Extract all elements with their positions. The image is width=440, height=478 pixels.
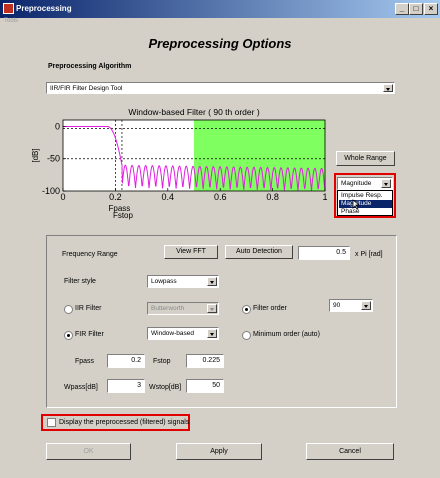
chevron-down-icon (207, 277, 217, 286)
display-mode-select[interactable]: Magnitude (337, 177, 393, 190)
chevron-down-icon (381, 179, 391, 188)
fir-filter-label: FIR Filter (75, 331, 104, 338)
title-bar: Preprocessing _ □ × (0, 0, 440, 18)
y-axis-label: [dB] (31, 148, 40, 162)
frequency-range-input[interactable]: 0.5 (298, 246, 350, 260)
algorithm-section-label: Preprocessing Algorithm (48, 63, 132, 70)
frequency-range-label: Frequency Range (62, 251, 118, 258)
fstop-label: Fstop (153, 358, 171, 365)
chevron-down-icon (361, 301, 371, 310)
menu-tools[interactable]: Tools (4, 18, 18, 24)
x-tick-label: 0.6 (214, 192, 227, 202)
fpass-label: Fpass (75, 358, 95, 365)
display-signals-label: Display the preprocessed (filtered) sign… (59, 419, 190, 426)
whole-range-button[interactable]: Whole Range (336, 151, 395, 166)
wstop-label: Wstop[dB] (149, 384, 182, 391)
window-title: Preprocessing (16, 4, 72, 13)
filter-style-value: Lowpass (151, 278, 177, 285)
x-tick-label: 0.2 (109, 192, 122, 202)
ok-button[interactable]: OK (46, 443, 131, 460)
chevron-down-icon (207, 304, 217, 313)
x-tick-label: 1 (322, 192, 327, 202)
algorithm-select-value: IIR/FIR Filter Design Tool (50, 85, 123, 92)
wstop-input[interactable]: 50 (186, 379, 224, 393)
x-tick-label: 0.8 (266, 192, 279, 202)
fir-type-select[interactable]: Window-based (147, 327, 219, 340)
matlab-app-icon (3, 3, 14, 14)
chevron-down-icon (207, 329, 217, 338)
x-tick-label: 0.4 (162, 192, 175, 202)
filter-style-select[interactable]: Lowpass (147, 275, 219, 288)
option-impulse-resp[interactable]: Impulse Resp. (339, 192, 392, 200)
mouse-cursor-icon (352, 199, 360, 210)
filter-order-radio[interactable] (242, 305, 251, 314)
frequency-unit-label: x Pi [rad] (355, 251, 383, 258)
y-tick-label: -100 (42, 186, 60, 196)
fir-type-value: Window-based (151, 330, 194, 337)
minimum-order-label: Minimum order (auto) (253, 331, 320, 338)
fstop-input[interactable]: 0.225 (186, 354, 224, 368)
display-mode-list: Impulse Resp. Magnitude Phase (337, 190, 393, 216)
wpass-label: Wpass[dB] (64, 384, 98, 391)
chart-title: Window-based Filter ( 90 th order ) (128, 107, 259, 117)
view-fft-button[interactable]: View FFT (164, 245, 218, 259)
iir-filter-label: IIR Filter (75, 305, 102, 312)
menu-bar: Tools (0, 18, 440, 29)
auto-detection-button[interactable]: Auto Detection (225, 245, 293, 259)
display-mode-value: Magnitude (341, 180, 372, 187)
y-tick-label: -50 (47, 154, 60, 164)
close-button[interactable]: × (424, 3, 438, 15)
filter-style-label: Filter style (64, 278, 96, 285)
iir-type-value: Butterworth (151, 305, 185, 312)
option-magnitude[interactable]: Magnitude (339, 200, 392, 208)
iir-type-select[interactable]: Butterworth (147, 302, 219, 315)
x-tick-label: 0 (60, 192, 65, 202)
apply-button[interactable]: Apply (176, 443, 262, 460)
filter-response-chart: 0 0.2 0.4 0.6 0.8 1 0 -50 -100 Window-based Filte… (31, 107, 328, 220)
cancel-button[interactable]: Cancel (306, 443, 394, 460)
chevron-down-icon (383, 84, 393, 92)
iir-filter-radio[interactable] (64, 305, 73, 314)
minimum-order-radio[interactable] (242, 331, 251, 340)
display-signals-checkbox[interactable] (47, 418, 56, 427)
maximize-button[interactable]: □ (409, 3, 423, 15)
filter-order-select[interactable]: 90 (329, 299, 373, 312)
page-title: Preprocessing Options (148, 36, 292, 51)
wpass-input[interactable]: 3 (107, 379, 145, 393)
option-phase[interactable]: Phase (339, 208, 392, 216)
filter-order-label: Filter order (253, 305, 287, 312)
filter-order-value: 90 (333, 302, 341, 309)
fir-filter-radio[interactable] (64, 331, 73, 340)
marker-label-fstop: Fstop (113, 211, 134, 220)
algorithm-select[interactable]: IIR/FIR Filter Design Tool (46, 82, 395, 94)
fpass-input[interactable]: 0.2 (107, 354, 145, 368)
minimize-button[interactable]: _ (395, 3, 409, 15)
y-tick-label: 0 (55, 121, 60, 131)
